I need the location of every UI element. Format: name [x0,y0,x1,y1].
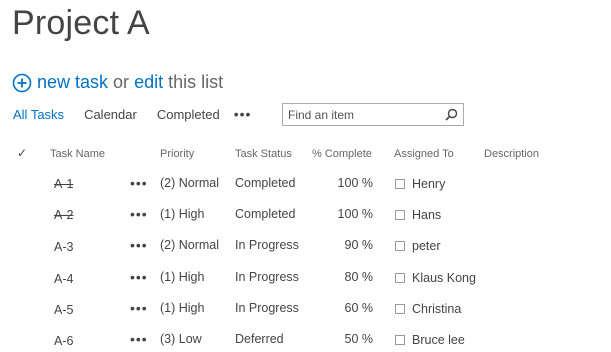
select-all-checkmark[interactable]: ✓ [17,146,27,160]
presence-checkbox[interactable] [395,241,405,251]
task-name-link[interactable]: A-4 [54,272,73,286]
row-menu-button[interactable]: ••• [130,269,148,285]
status-cell: Completed [235,176,296,190]
status-cell: In Progress [235,238,299,252]
assignee-name[interactable]: Henry [412,177,445,191]
column-header-task-name[interactable]: Task Name [50,148,105,160]
view-completed[interactable]: Completed [157,107,220,122]
percent-cell: 100 % [337,207,373,221]
task-name-link[interactable]: A-3 [54,240,73,254]
status-cell: In Progress [235,301,299,315]
percent-cell: 100 % [337,176,373,190]
presence-checkbox[interactable] [395,210,405,220]
priority-cell: (1) High [160,301,205,315]
row-menu-button[interactable]: ••• [130,331,148,347]
assignee-name[interactable]: Bruce lee [412,333,465,347]
or-text: or [113,72,130,92]
assigned-cell: Christina [395,302,461,316]
assigned-cell: peter [395,239,441,253]
view-calendar[interactable]: Calendar [84,107,137,122]
row-menu-button[interactable]: ••• [130,175,148,191]
percent-cell: 50 % [344,332,374,346]
status-cell: Completed [235,207,296,221]
row-menu-button[interactable]: ••• [130,300,148,316]
presence-checkbox[interactable] [395,304,405,314]
assigned-cell: Bruce lee [395,333,465,347]
priority-cell: (1) High [160,270,205,284]
status-cell: Deferred [235,332,284,346]
assignee-name[interactable]: Klaus Kong [412,271,476,285]
assignee-name[interactable]: peter [412,239,441,253]
this-list-text: this list [168,72,224,92]
page-title: Project A [12,4,150,42]
percent-cell: 60 % [344,301,374,315]
presence-checkbox[interactable] [395,179,405,189]
priority-cell: (3) Low [160,332,202,346]
assignee-name[interactable]: Hans [412,208,441,222]
assigned-cell: Klaus Kong [395,271,476,285]
new-task-bar: new task or edit this list [12,72,223,93]
more-views-button[interactable]: ••• [234,106,252,122]
search-input[interactable] [288,107,438,122]
presence-checkbox[interactable] [395,273,405,283]
row-menu-button[interactable]: ••• [130,206,148,222]
add-circle-icon[interactable] [12,73,32,93]
percent-cell: 80 % [344,270,374,284]
assignee-name[interactable]: Christina [412,302,461,316]
column-header-percent-complete[interactable]: % Complete [312,148,372,160]
priority-cell: (1) High [160,207,205,221]
task-name-link[interactable]: A-5 [54,303,73,317]
assigned-cell: Henry [395,177,445,191]
search-icon[interactable] [445,108,458,121]
column-header-description[interactable]: Description [484,148,539,160]
edit-link[interactable]: edit [134,72,163,93]
row-menu-button[interactable]: ••• [130,237,148,253]
view-all-tasks[interactable]: All Tasks [13,107,64,122]
column-header-task-status[interactable]: Task Status [235,148,292,160]
assigned-cell: Hans [395,208,441,222]
percent-cell: 90 % [344,238,374,252]
task-name-link[interactable]: A-2 [54,208,73,222]
status-cell: In Progress [235,270,299,284]
priority-cell: (2) Normal [160,176,220,190]
column-header-assigned-to[interactable]: Assigned To [394,148,454,160]
task-name-link[interactable]: A-1 [54,177,73,191]
presence-checkbox[interactable] [395,335,405,345]
search-box [282,103,464,126]
priority-cell: (2) Normal [160,238,220,252]
view-tabs: All Tasks Calendar Completed ••• [13,106,251,122]
task-name-link[interactable]: A-6 [54,334,73,348]
column-header-priority[interactable]: Priority [160,148,194,160]
new-task-link[interactable]: new task [37,72,108,93]
